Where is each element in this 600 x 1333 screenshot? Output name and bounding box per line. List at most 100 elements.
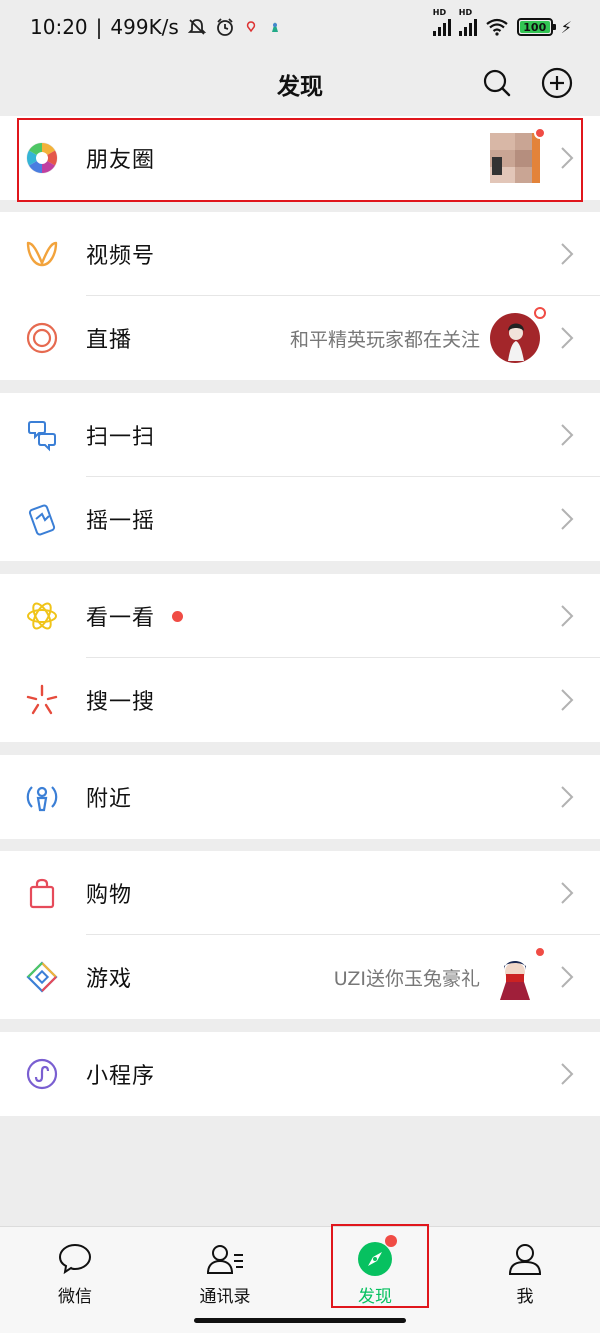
mini-programs-icon xyxy=(24,1056,60,1092)
network-speed: 499K/s xyxy=(110,15,179,39)
chevron-right-icon xyxy=(561,966,574,988)
tab-contacts[interactable]: 通讯录 xyxy=(150,1227,300,1307)
moments-icon xyxy=(24,140,60,176)
menu-item-label: 购物 xyxy=(86,883,133,908)
shake-icon xyxy=(24,501,60,537)
app-notification-icon-2 xyxy=(271,22,278,32)
menu-item-shake[interactable]: 摇一摇 xyxy=(0,477,600,561)
tab-label: 发现 xyxy=(358,1287,392,1307)
person-icon xyxy=(505,1239,545,1278)
live-badge xyxy=(534,307,546,319)
group-mini-programs: 小程序 xyxy=(0,1032,600,1116)
page-title: 发现 xyxy=(277,74,323,100)
games-badge xyxy=(534,946,546,958)
group-channels: 视频号 直播 和平精英玩家都在关注 xyxy=(0,212,600,380)
app-notification-icon xyxy=(246,21,255,33)
tab-discover[interactable]: 发现 xyxy=(300,1227,450,1307)
moments-thumbnail xyxy=(490,127,546,183)
live-thumbnail xyxy=(490,307,546,363)
menu-item-label: 游戏 xyxy=(86,967,133,992)
battery-level: 100 xyxy=(519,21,550,34)
menu-item-label: 视频号 xyxy=(86,244,156,269)
live-icon xyxy=(24,320,60,356)
home-indicator[interactable] xyxy=(194,1318,406,1323)
hd-tag-2: HD xyxy=(458,8,473,17)
menu-item-mini-programs[interactable]: 小程序 xyxy=(0,1032,600,1116)
contacts-icon xyxy=(205,1239,245,1278)
menu-item-channels[interactable]: 视频号 xyxy=(0,212,600,296)
chevron-right-icon xyxy=(561,1063,574,1085)
menu-item-label: 搜一搜 xyxy=(86,690,156,715)
discover-badge xyxy=(385,1235,397,1247)
status-bar: 10:20 | 499K/s HD HD 100 ⚡ xyxy=(0,0,600,54)
tab-chats[interactable]: 微信 xyxy=(0,1227,150,1307)
menu-item-search[interactable]: 搜一搜 xyxy=(0,658,600,742)
wifi-icon xyxy=(486,18,508,36)
status-right: HD HD 100 ⚡ xyxy=(432,8,572,37)
menu-item-label: 小程序 xyxy=(86,1064,156,1089)
chat-bubble-icon xyxy=(55,1239,95,1278)
menu-item-live[interactable]: 直播 和平精英玩家都在关注 xyxy=(0,296,600,380)
battery-icon: 100 xyxy=(516,18,556,36)
menu-item-label: 直播 xyxy=(86,328,133,353)
search-search-icon xyxy=(24,682,60,718)
chevron-right-icon xyxy=(561,327,574,349)
status-separator: | xyxy=(95,15,103,39)
status-time: 10:20 xyxy=(30,15,88,39)
group-shopping: 购物 游戏 UZI送你玉兔豪礼 xyxy=(0,851,600,1019)
live-subtitle: 和平精英玩家都在关注 xyxy=(289,328,480,351)
plus-circle-icon xyxy=(541,67,573,99)
chevron-right-icon xyxy=(561,508,574,530)
menu-item-scan[interactable]: 扫一扫 xyxy=(0,393,600,477)
chevron-right-icon xyxy=(561,243,574,265)
shopping-icon xyxy=(24,875,60,911)
status-left: 10:20 | 499K/s xyxy=(30,15,283,39)
menu-item-top-stories[interactable]: 看一看 xyxy=(0,574,600,658)
group-scan: 扫一扫 摇一摇 xyxy=(0,393,600,561)
menu-item-label: 摇一摇 xyxy=(86,509,156,534)
top-stories-dot xyxy=(172,611,183,622)
menu-item-games[interactable]: 游戏 UZI送你玉兔豪礼 xyxy=(0,935,600,1019)
tab-bar: 微信 通讯录 发现 我 xyxy=(0,1224,600,1333)
chevron-right-icon xyxy=(561,882,574,904)
search-button[interactable] xyxy=(480,66,514,100)
menu-item-label: 看一看 xyxy=(86,606,156,631)
tab-me[interactable]: 我 xyxy=(450,1227,600,1307)
top-stories-icon xyxy=(24,598,60,634)
signal-strength-icon-2: HD xyxy=(458,8,477,36)
games-icon xyxy=(24,959,60,995)
nav-bar: 发现 xyxy=(0,54,600,114)
group-nearby: 附近 xyxy=(0,755,600,839)
games-thumbnail xyxy=(490,946,546,1002)
hd-tag: HD xyxy=(432,8,447,17)
chevron-right-icon xyxy=(561,147,574,169)
menu-item-moments[interactable]: 朋友圈 xyxy=(0,116,600,200)
tab-label: 微信 xyxy=(58,1287,92,1307)
chevron-right-icon xyxy=(561,689,574,711)
channels-icon xyxy=(24,236,60,272)
nearby-icon xyxy=(24,779,60,815)
chevron-right-icon xyxy=(561,786,574,808)
menu-item-label: 附近 xyxy=(86,787,133,812)
charging-icon: ⚡ xyxy=(560,17,572,37)
menu-item-label: 扫一扫 xyxy=(86,425,156,450)
games-subtitle: UZI送你玉兔豪礼 xyxy=(333,967,480,990)
chevron-right-icon xyxy=(561,424,574,446)
signal-strength-icon: HD xyxy=(432,8,451,36)
add-button[interactable] xyxy=(540,66,574,100)
search-icon xyxy=(483,69,511,97)
menu-item-label: 朋友圈 xyxy=(86,148,156,173)
nav-actions xyxy=(480,66,574,100)
mute-notification-icon xyxy=(187,19,207,35)
tab-label: 通讯录 xyxy=(199,1287,251,1307)
scan-icon xyxy=(24,417,60,453)
tab-label: 我 xyxy=(516,1287,534,1307)
menu-item-shopping[interactable]: 购物 xyxy=(0,851,600,935)
group-top-stories: 看一看 搜一搜 xyxy=(0,574,600,742)
moments-badge xyxy=(534,127,546,139)
group-moments: 朋友圈 xyxy=(0,116,600,200)
alarm-icon xyxy=(216,18,233,36)
chevron-right-icon xyxy=(561,605,574,627)
compass-icon xyxy=(355,1235,397,1278)
menu-item-nearby[interactable]: 附近 xyxy=(0,755,600,839)
